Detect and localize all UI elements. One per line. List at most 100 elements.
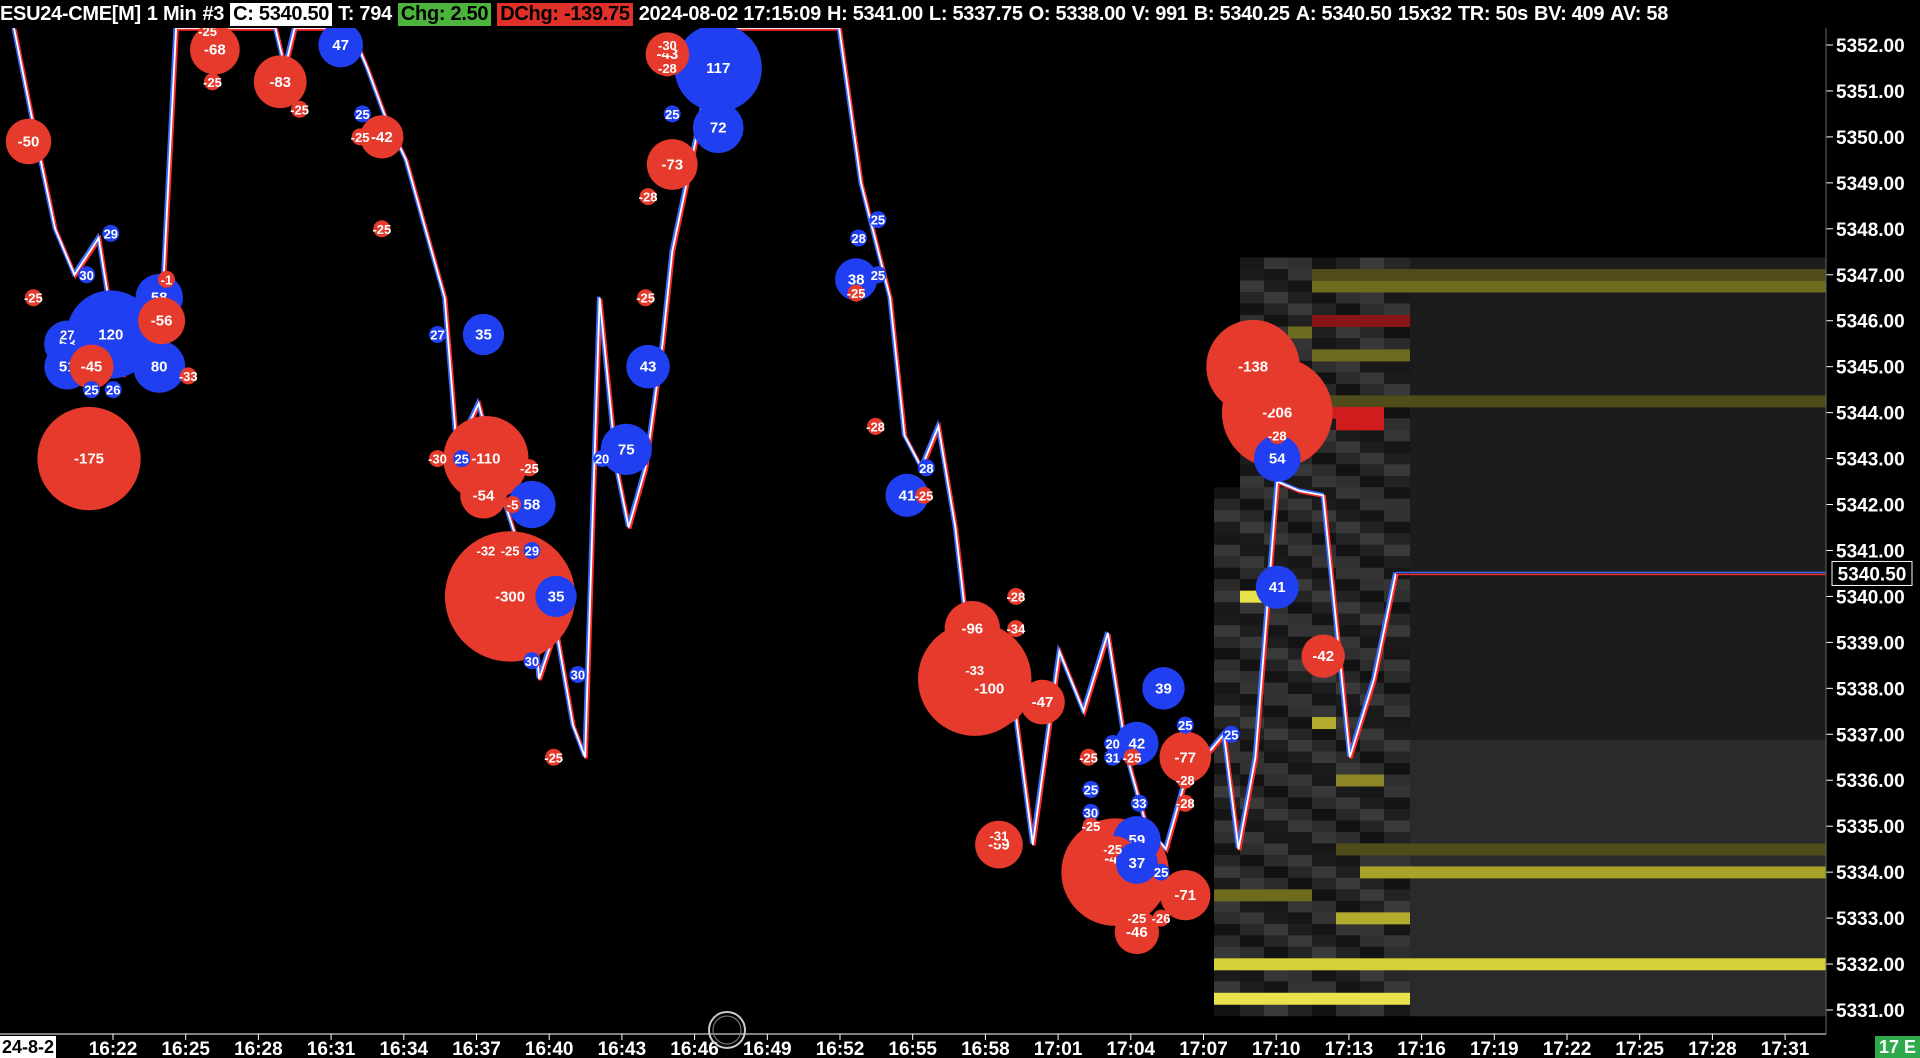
heatmap-cell [1288, 682, 1312, 695]
heatmap-cell [1312, 877, 1336, 890]
heatmap-cell [1336, 257, 1360, 270]
heatmap-cell [1312, 854, 1336, 867]
heatmap-cell [1410, 763, 1826, 775]
heatmap-cell [1312, 831, 1336, 844]
heatmap-cell [1384, 303, 1410, 316]
heatmap-cell [1336, 763, 1360, 775]
heatmap-cell [1240, 877, 1264, 890]
heatmap-cell [1312, 314, 1410, 327]
heatmap-cell [1214, 866, 1240, 879]
time-corner-label: 17 E [1874, 1036, 1920, 1058]
heatmap-cell [1288, 785, 1312, 798]
heatmap-cell [1336, 843, 1826, 856]
heatmap-cell [1360, 579, 1384, 592]
heatmap-cell [1410, 935, 1826, 948]
bid-volume-label: BV: 409 [1533, 2, 1605, 25]
heatmap-cell [1312, 349, 1410, 362]
heatmap-cell [1384, 625, 1410, 638]
heatmap-cell [1312, 269, 1826, 282]
x-tick-label: 16:25 [161, 1039, 210, 1058]
heatmap-cell [1288, 854, 1312, 867]
heatmap-cell [1336, 521, 1360, 534]
heatmap-cell [1384, 877, 1410, 890]
bubble-volume-label: 43 [640, 359, 657, 376]
bubble-volume-label: 117 [706, 60, 730, 77]
bubble-volume-label: -32 [477, 543, 496, 558]
heatmap-cell [1410, 498, 1826, 511]
bubble-volume-label: 25 [665, 107, 679, 122]
heatmap-cell [1384, 498, 1410, 511]
heatmap-cell [1214, 705, 1240, 718]
heatmap-cell [1240, 740, 1264, 753]
heatmap-cell [1214, 579, 1240, 592]
heatmap-cell [1214, 958, 1826, 971]
heatmap-cell [1312, 544, 1336, 557]
bubble-volume-label: -83 [269, 74, 291, 91]
heatmap-cell [1288, 602, 1312, 615]
bubble-volume-label: -25 [1082, 819, 1101, 834]
heatmap-cell [1410, 590, 1826, 603]
bubble-volume-label: -56 [151, 313, 173, 330]
heatmap-cell [1214, 992, 1410, 1005]
heatmap-cell [1360, 590, 1384, 603]
heatmap-cell [1360, 429, 1384, 442]
bubble-volume-label: -138 [1238, 359, 1268, 376]
symbol-label[interactable]: ESU24-CME[M] [0, 3, 141, 26]
heatmap-cell [1336, 326, 1360, 339]
heatmap-cell [1312, 774, 1336, 787]
bubble-volume-label: -68 [204, 42, 226, 59]
heatmap-cell [1360, 303, 1384, 316]
interval-label[interactable]: 1 Min [147, 3, 197, 26]
bubble-volume-label: 29 [104, 226, 118, 241]
x-tick-label: 16:31 [307, 1039, 356, 1058]
heatmap-cell [1384, 464, 1410, 477]
bubble-volume-label: 25 [1084, 782, 1098, 797]
bubble-volume-label: -110 [471, 451, 500, 468]
bubble-volume-label: -5 [507, 498, 519, 513]
heatmap-cell [1336, 935, 1360, 948]
heatmap-cell [1384, 671, 1410, 684]
bubble-volume-label: -175 [74, 451, 104, 468]
grid-size-label: 15x32 [1397, 2, 1452, 25]
low-label: L: 5337.75 [928, 2, 1023, 25]
price-chart[interactable]: -300-218-206-192-175-138120117-110-100-9… [0, 0, 1920, 1058]
heatmap-cell [1336, 613, 1360, 626]
heatmap-cell [1288, 498, 1312, 511]
heatmap-cell [1240, 912, 1264, 925]
heatmap-cell [1384, 797, 1410, 810]
heatmap-cell [1264, 820, 1288, 833]
x-tick-label: 16:40 [525, 1039, 574, 1058]
bubble-volume-label: -28 [658, 61, 677, 76]
heatmap-cell [1360, 740, 1384, 753]
heatmap-cell [1214, 498, 1240, 511]
heatmap-cell [1288, 291, 1312, 304]
heatmap-cell [1312, 969, 1336, 982]
heatmap-cell [1312, 808, 1336, 821]
heatmap-cell [1384, 257, 1410, 270]
heatmap-cell [1410, 923, 1826, 936]
y-tick-label: 5344.00 [1836, 404, 1905, 425]
heatmap-cell [1264, 671, 1288, 684]
heatmap-cell [1214, 694, 1240, 707]
bubble-volume-label: -42 [1312, 648, 1334, 665]
heatmap-cell [1410, 636, 1826, 649]
heatmap-cell [1410, 257, 1826, 270]
bubble-volume-label: 27 [430, 328, 444, 343]
heatmap-cell [1336, 923, 1360, 936]
datetime-label: 2024-08-02 17:15:09 [638, 2, 822, 25]
heatmap-cell [1360, 257, 1384, 270]
heatmap-cell [1336, 797, 1360, 810]
heatmap-cell [1360, 728, 1384, 741]
change-label: Chg: 2.50 [397, 2, 492, 26]
heatmap-cell [1360, 1004, 1384, 1017]
heatmap-cell [1384, 372, 1410, 385]
y-tick-label: 5340.00 [1836, 587, 1905, 608]
bubble-volume-label: -25 [1127, 911, 1146, 926]
heatmap-cell [1264, 1004, 1288, 1017]
heatmap-cell [1288, 866, 1312, 879]
bubble-volume-label: -96 [961, 621, 983, 638]
heatmap-cell [1288, 533, 1312, 546]
heatmap-cell [1264, 935, 1288, 948]
heatmap-cell [1264, 763, 1288, 775]
bubble-volume-label: -28 [1176, 796, 1195, 811]
